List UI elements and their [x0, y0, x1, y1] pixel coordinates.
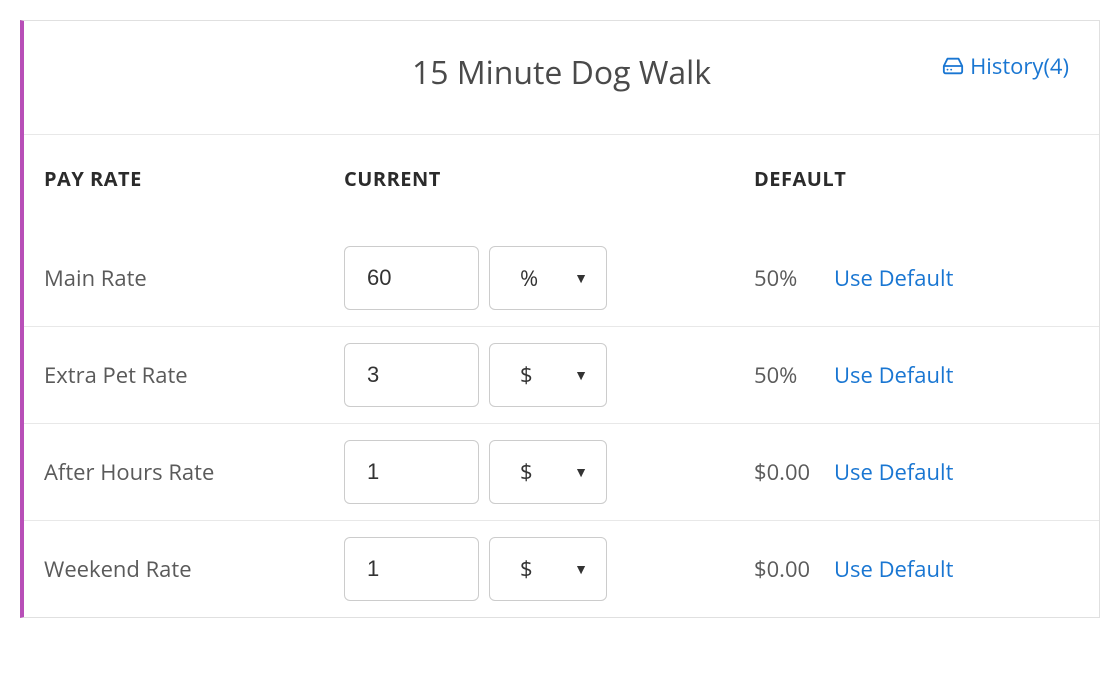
rate-default: $0.00 Use Default: [754, 554, 1079, 584]
weekend-rate-input[interactable]: [344, 537, 479, 601]
rate-label: After Hours Rate: [44, 457, 344, 487]
unit-value: $: [520, 554, 533, 584]
rate-default: 50% Use Default: [754, 263, 1079, 293]
after-hours-rate-unit-select[interactable]: $ ▼: [489, 440, 607, 504]
rate-label: Extra Pet Rate: [44, 360, 344, 390]
col-header-pay-rate: Pay Rate: [44, 165, 344, 192]
rate-default: $0.00 Use Default: [754, 457, 1079, 487]
rate-row-extra-pet: Extra Pet Rate $ ▼ 50% Use Default: [24, 327, 1099, 424]
default-value: 50%: [754, 360, 816, 390]
after-hours-rate-input[interactable]: [344, 440, 479, 504]
rate-row-main: Main Rate % ▼ 50% Use Default: [24, 230, 1099, 327]
col-header-current: Current: [344, 165, 754, 192]
use-default-link[interactable]: Use Default: [834, 360, 953, 390]
rate-default: 50% Use Default: [754, 360, 1079, 390]
card-title: 15 Minute Dog Walk: [54, 51, 1069, 94]
use-default-link[interactable]: Use Default: [834, 263, 953, 293]
default-value: $0.00: [754, 457, 816, 487]
history-link[interactable]: History(4): [942, 51, 1069, 81]
unit-value: $: [520, 360, 533, 390]
default-value: 50%: [754, 263, 816, 293]
table-header: Pay Rate Current Default: [24, 135, 1099, 230]
default-value: $0.00: [754, 554, 816, 584]
history-text: History(4): [970, 51, 1069, 81]
chevron-down-icon: ▼: [574, 560, 588, 579]
rate-row-after-hours: After Hours Rate $ ▼ $0.00 Use Default: [24, 424, 1099, 521]
main-rate-input[interactable]: [344, 246, 479, 310]
chevron-down-icon: ▼: [574, 269, 588, 288]
chevron-down-icon: ▼: [574, 463, 588, 482]
unit-value: %: [520, 263, 538, 293]
card-header: 15 Minute Dog Walk History(4): [24, 21, 1099, 135]
unit-value: $: [520, 457, 533, 487]
rate-current: % ▼: [344, 246, 754, 310]
chevron-down-icon: ▼: [574, 366, 588, 385]
main-rate-unit-select[interactable]: % ▼: [489, 246, 607, 310]
drive-icon: [942, 55, 964, 77]
col-header-default: Default: [754, 165, 1079, 192]
use-default-link[interactable]: Use Default: [834, 457, 953, 487]
rate-current: $ ▼: [344, 343, 754, 407]
rate-current: $ ▼: [344, 440, 754, 504]
use-default-link[interactable]: Use Default: [834, 554, 953, 584]
extra-pet-rate-unit-select[interactable]: $ ▼: [489, 343, 607, 407]
rate-label: Main Rate: [44, 263, 344, 293]
weekend-rate-unit-select[interactable]: $ ▼: [489, 537, 607, 601]
pay-rate-card: 15 Minute Dog Walk History(4) Pay Rate C…: [20, 20, 1100, 618]
rate-current: $ ▼: [344, 537, 754, 601]
rate-label: Weekend Rate: [44, 554, 344, 584]
rate-row-weekend: Weekend Rate $ ▼ $0.00 Use Default: [24, 521, 1099, 617]
extra-pet-rate-input[interactable]: [344, 343, 479, 407]
